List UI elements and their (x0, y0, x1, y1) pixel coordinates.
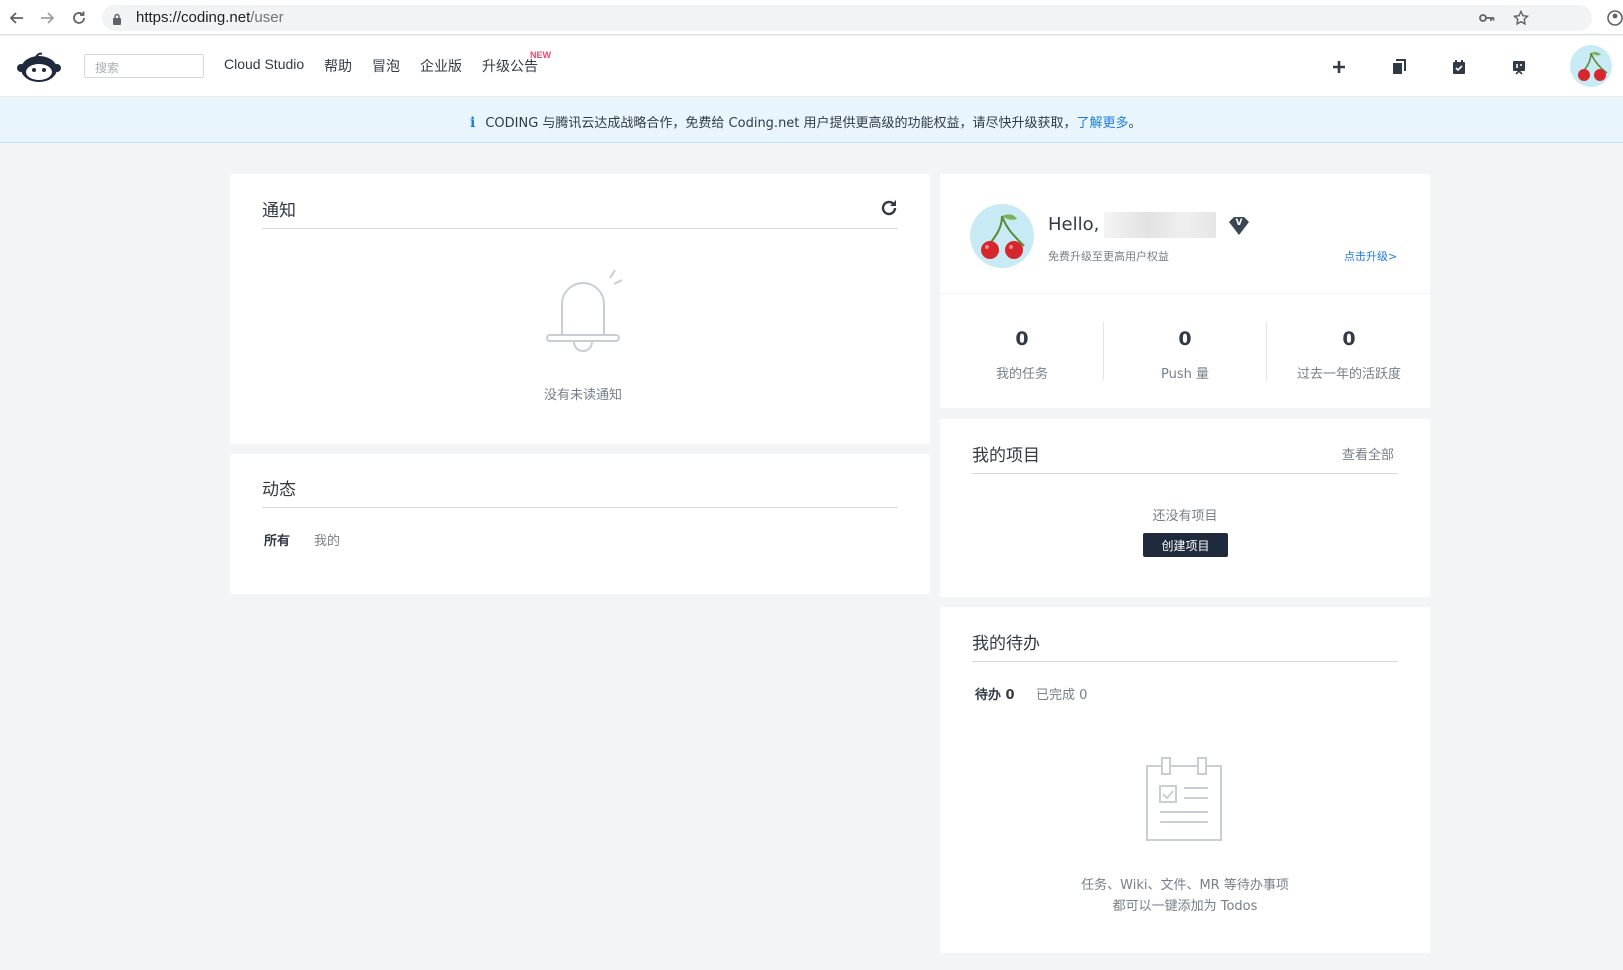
nav-enterprise[interactable]: 企业版 (420, 56, 462, 76)
search-input[interactable]: 搜索 (84, 54, 204, 78)
nav-bubble[interactable]: 冒泡 (372, 56, 400, 76)
tab-done[interactable]: 已完成 0 (1036, 684, 1087, 703)
nav-cloud-studio[interactable]: Cloud Studio (224, 56, 304, 72)
projects-title: 我的项目 (972, 446, 1040, 466)
bell-icon (540, 264, 626, 354)
key-icon[interactable] (1478, 9, 1496, 27)
activity-divider (262, 507, 898, 508)
user-avatar[interactable] (1570, 45, 1612, 87)
browser-toolbar: https://coding.net/user (0, 0, 1623, 35)
back-arrow-icon[interactable] (6, 7, 28, 29)
projects-divider (972, 473, 1398, 474)
plus-icon[interactable] (1328, 56, 1350, 78)
documents-icon[interactable] (1388, 56, 1410, 78)
todos-empty-line2: 都可以一键添加为 Todos (1112, 899, 1258, 914)
forward-arrow-icon[interactable] (36, 7, 58, 29)
greeting-text: Hello, (1048, 214, 1100, 235)
todos-title: 我的待办 (972, 634, 1040, 654)
announcement-text: CODING 与腾讯云达成战略合作，免费给 Coding.net 用户提供更高级… (485, 116, 1077, 131)
stats-card (940, 294, 1430, 408)
app-header: 搜索 Cloud Studio 帮助 冒泡 企业版 升级公告 NEW (0, 36, 1623, 97)
username-blurred (1104, 212, 1216, 238)
info-icon: i (470, 115, 476, 131)
new-badge: NEW (530, 50, 551, 60)
tab-all[interactable]: 所有 (264, 530, 290, 549)
nav-help[interactable]: 帮助 (324, 56, 352, 76)
stat-separator (1266, 322, 1267, 380)
no-projects-text: 还没有项目 (1152, 509, 1218, 524)
stat-activity-label[interactable]: 过去一年的活跃度 (1269, 363, 1429, 382)
no-notifications-text: 没有未读通知 (543, 388, 622, 403)
upgrade-hint: 免费升级至更高用户权益 (1048, 250, 1169, 263)
announcement-banner: i CODING 与腾讯云达成战略合作，免费给 Coding.net 用户提供更高… (0, 98, 1623, 143)
profile-avatar[interactable] (970, 204, 1034, 268)
coding-logo-icon[interactable] (16, 50, 62, 84)
notifications-title: 通知 (262, 201, 296, 221)
url-text: https://coding.net/user (136, 9, 284, 26)
refresh-icon[interactable] (879, 198, 899, 218)
lock-icon (112, 11, 122, 30)
stat-activity-value: 0 (1342, 328, 1356, 350)
stat-separator (1103, 322, 1104, 380)
tab-mine[interactable]: 我的 (314, 530, 340, 549)
activity-title: 动态 (262, 480, 296, 500)
vip-badge-icon: V (1228, 216, 1250, 236)
upgrade-link[interactable]: 点击升级> (1344, 248, 1397, 264)
create-project-button[interactable]: 创建项目 (1143, 533, 1228, 557)
notifications-divider (262, 228, 898, 229)
profile-icon[interactable] (1604, 7, 1623, 29)
star-icon[interactable] (1512, 9, 1530, 27)
calendar-check-icon[interactable] (1448, 56, 1470, 78)
stat-push-value: 0 (1178, 328, 1192, 350)
stat-tasks-label[interactable]: 我的任务 (942, 363, 1102, 382)
announcement-end: 。 (1128, 116, 1142, 131)
view-all-link[interactable]: 查看全部 (1342, 444, 1394, 463)
activity-card (230, 454, 930, 594)
tab-pending[interactable]: 待办 0 (975, 684, 1015, 703)
stat-tasks-value: 0 (1015, 328, 1029, 350)
stat-push-label[interactable]: Push 量 (1105, 363, 1265, 382)
board-icon[interactable] (1508, 56, 1530, 78)
clipboard-icon (1144, 756, 1224, 842)
todos-empty-line1: 任务、Wiki、文件、MR 等待办事项 (1081, 878, 1289, 893)
todos-divider (972, 661, 1398, 662)
reload-icon[interactable] (68, 7, 90, 29)
learn-more-link[interactable]: 了解更多 (1077, 116, 1129, 131)
address-bar[interactable]: https://coding.net/user (102, 5, 1592, 31)
